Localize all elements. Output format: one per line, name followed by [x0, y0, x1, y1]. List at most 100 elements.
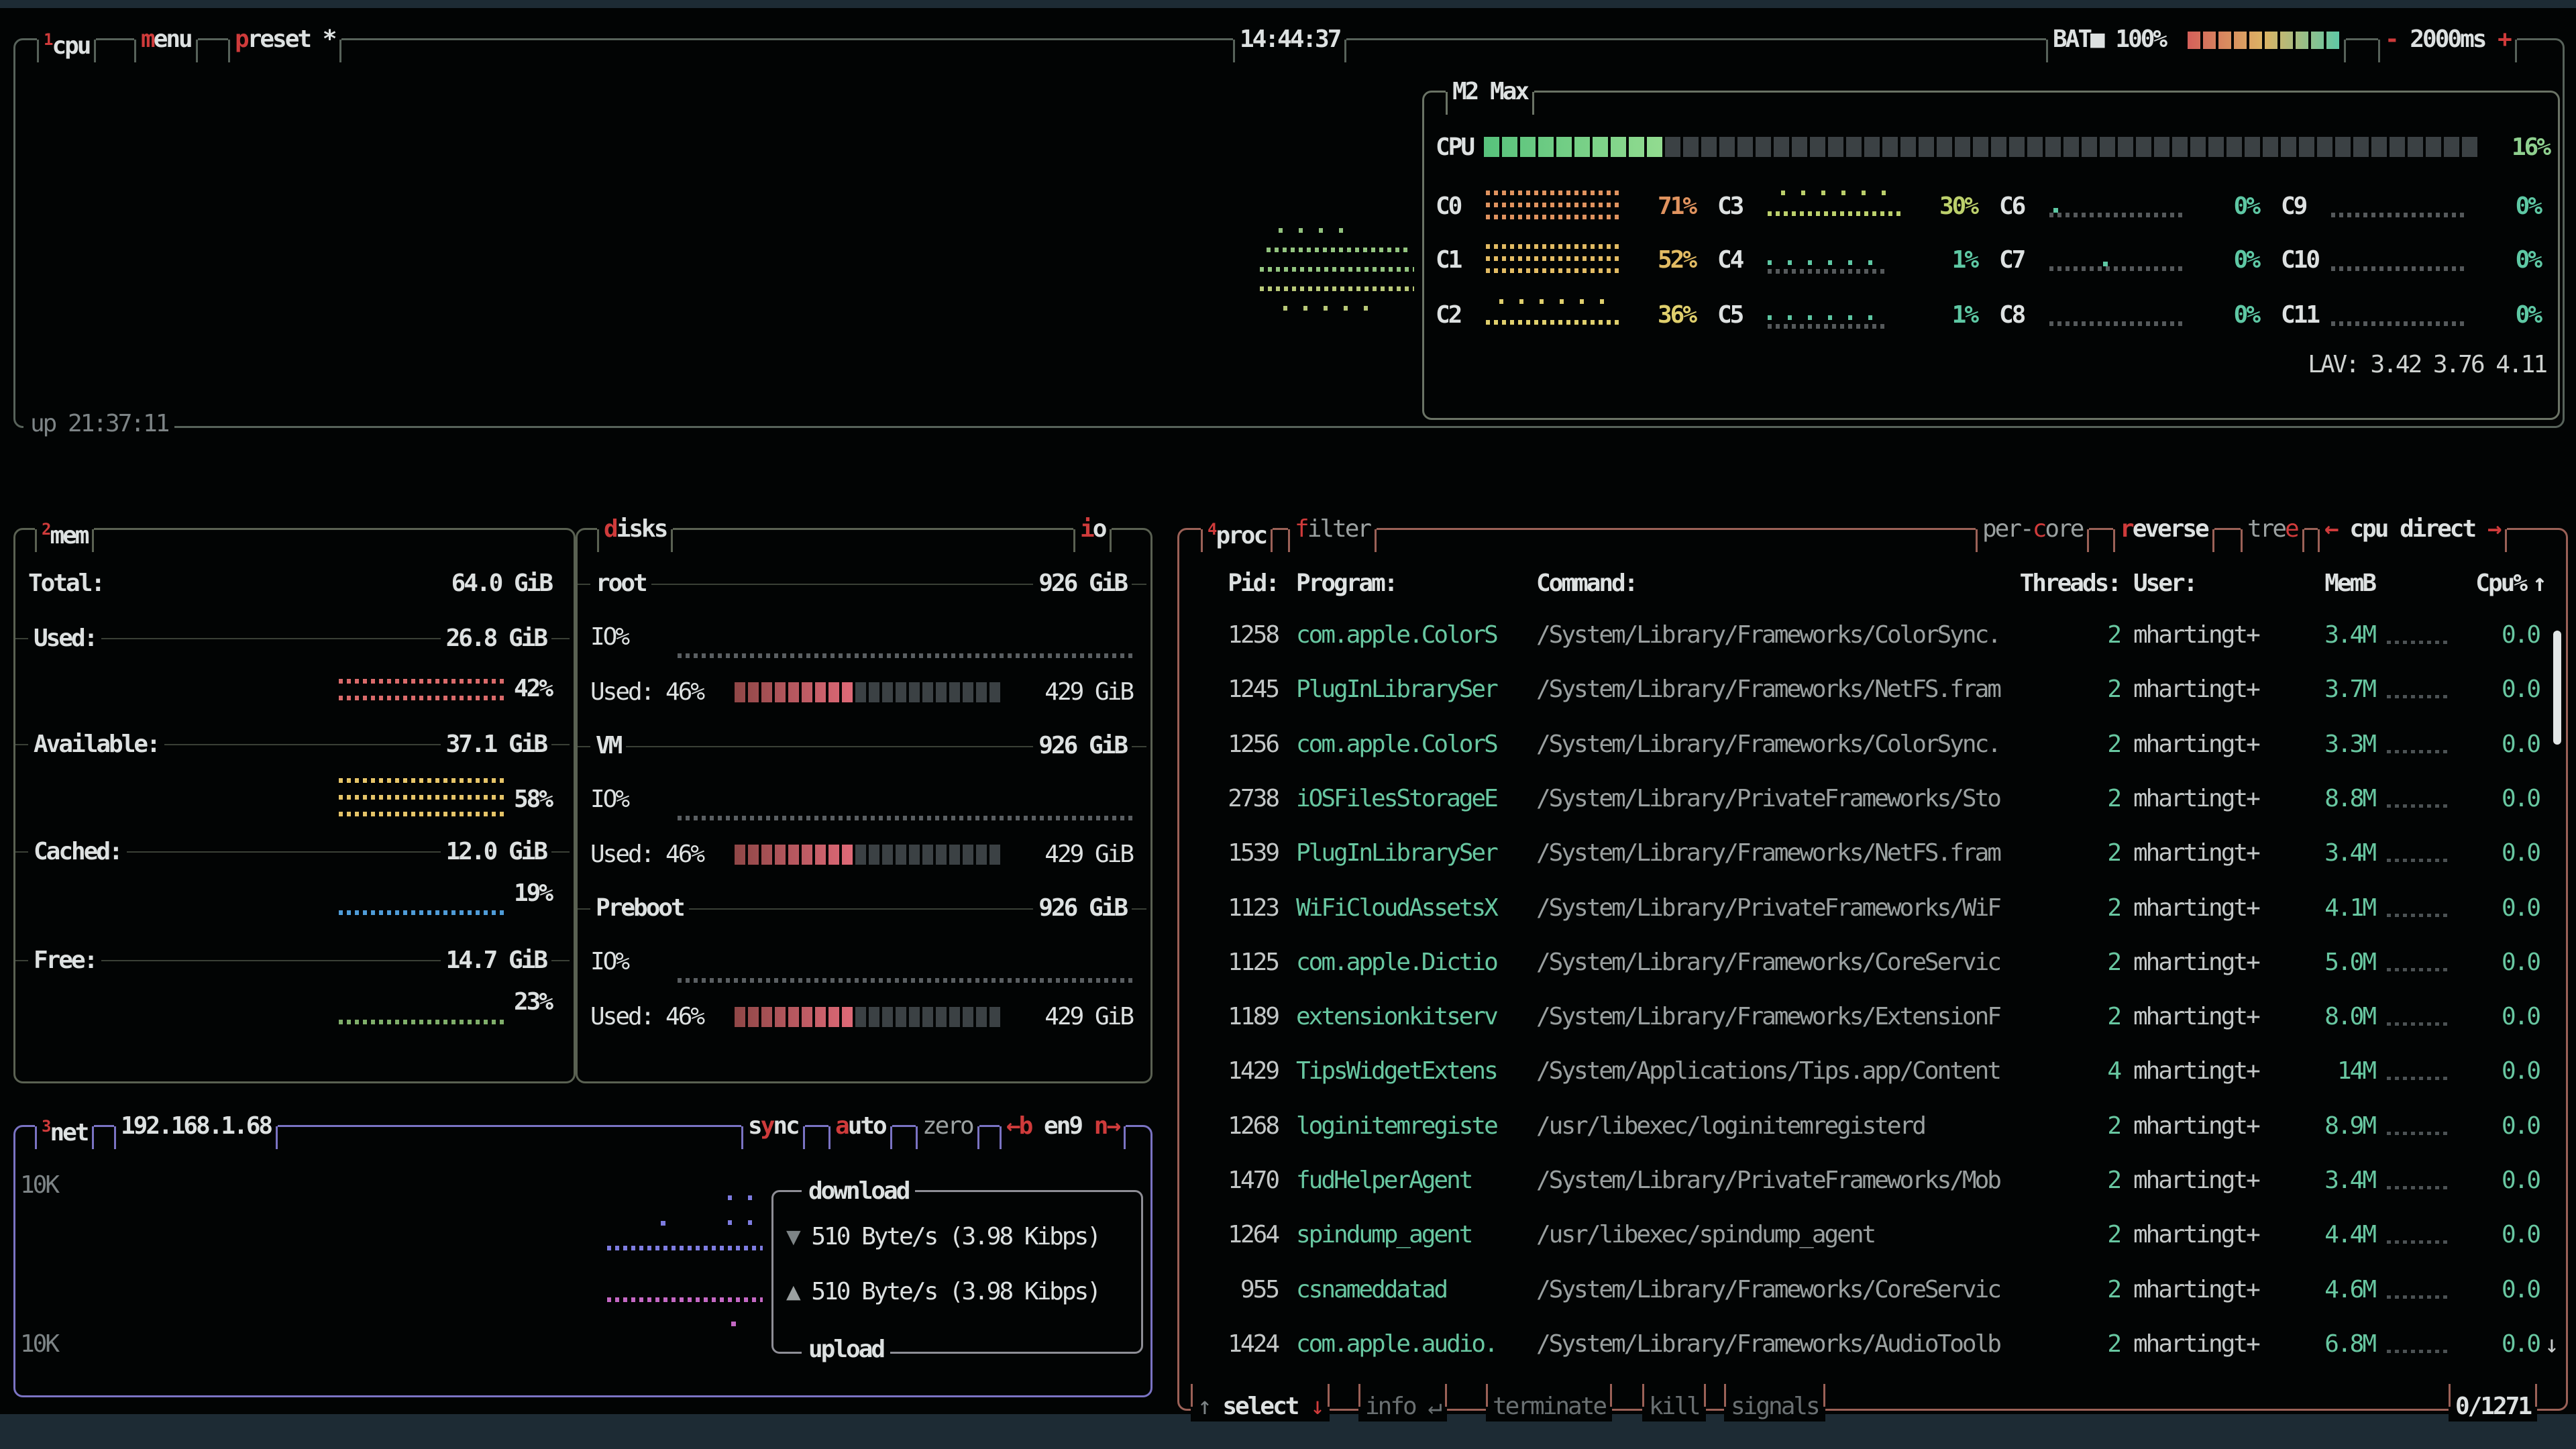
- proc-threads: 2: [2033, 786, 2120, 812]
- process-row[interactable]: 1429TipsWidgetExtens/System/Applications…: [0, 1058, 2576, 1085]
- disks-io-toggle[interactable]: io: [1073, 515, 1112, 544]
- core-label: C11: [2281, 302, 2318, 329]
- memory-box-title[interactable]: 2mem: [35, 515, 94, 544]
- preset-button[interactable]: preset *: [228, 25, 341, 54]
- proc-info-button[interactable]: info ↵: [1358, 1392, 1447, 1421]
- proc-tree-toggle[interactable]: tree: [2241, 515, 2304, 544]
- process-box-title[interactable]: 4proc: [1201, 515, 1273, 544]
- proc-user: mhartingt+: [2133, 949, 2259, 976]
- proc-mem-dots: [2387, 804, 2451, 808]
- disks-box-title[interactable]: disks: [597, 515, 673, 544]
- process-row[interactable]: 1539PlugInLibrarySer/System/Library/Fram…: [0, 840, 2576, 867]
- proc-mem: 8.9M: [2308, 1113, 2375, 1140]
- proc-cpu: 0.0: [2469, 1331, 2539, 1358]
- core-label: C0: [1436, 193, 1460, 220]
- proc-mem: 4.4M: [2308, 1222, 2375, 1248]
- core-percent: 1%: [1912, 302, 1977, 329]
- proc-sort-switcher[interactable]: ← cpu direct →: [2318, 515, 2507, 544]
- proc-command: /System/Library/PrivateFrameworks/Mob: [1536, 1167, 2000, 1194]
- process-row[interactable]: 1268loginitemregiste/usr/libexec/loginit…: [0, 1113, 2576, 1140]
- proc-mem-dots: [2387, 695, 2451, 698]
- proc-user: mhartingt+: [2133, 1167, 2259, 1194]
- process-row[interactable]: 1123WiFiCloudAssetsX/System/Library/Priv…: [0, 895, 2576, 922]
- proc-threads: 2: [2033, 1167, 2120, 1194]
- interval-plus-button[interactable]: +: [2498, 25, 2510, 53]
- col-pid[interactable]: Pid:: [1201, 570, 1278, 597]
- proc-scrollbar[interactable]: [2553, 631, 2561, 745]
- process-row[interactable]: 2738iOSFilesStorageE/System/Library/Priv…: [0, 786, 2576, 812]
- col-command[interactable]: Command:: [1536, 570, 1636, 597]
- col-user[interactable]: User:: [2133, 570, 2196, 597]
- proc-pid: 1429: [1201, 1058, 1278, 1085]
- proc-program: extensionkitserv: [1296, 1004, 1497, 1030]
- proc-pid: 1258: [1201, 622, 1278, 649]
- process-row[interactable]: 955csnameddatad/System/Library/Framework…: [0, 1277, 2576, 1303]
- cpu-box-title[interactable]: 1cpu: [37, 25, 96, 54]
- core-label: C6: [1999, 193, 2024, 220]
- proc-signals-button[interactable]: signals: [1724, 1392, 1825, 1421]
- proc-program: com.apple.ColorS: [1296, 731, 1497, 758]
- proc-mem: 8.0M: [2308, 1004, 2375, 1030]
- filter-hotkey: f: [1295, 515, 1307, 543]
- proc-threads: 2: [2033, 1222, 2120, 1248]
- core-percent: 30%: [1912, 193, 1977, 220]
- proc-mem-dots: [2387, 750, 2451, 753]
- proc-selection-count: 0/1271: [2449, 1392, 2537, 1421]
- process-row[interactable]: 1470fudHelperAgent/System/Library/Privat…: [0, 1167, 2576, 1194]
- proc-kill-button[interactable]: kill: [1642, 1392, 1706, 1421]
- core-c7: C70%: [1992, 241, 2261, 279]
- sort-right-arrow[interactable]: →: [2487, 515, 2500, 543]
- proc-mem: 8.8M: [2308, 786, 2375, 812]
- col-cpu[interactable]: Cpu%: [2452, 570, 2526, 597]
- proc-mem: 14M: [2308, 1058, 2375, 1085]
- menu-label: enu: [154, 25, 191, 53]
- process-row[interactable]: 1245PlugInLibrarySer/System/Library/Fram…: [0, 676, 2576, 703]
- col-memb[interactable]: MemB: [2308, 570, 2375, 597]
- core-graph: [1768, 191, 1902, 223]
- proc-user: mhartingt+: [2133, 1058, 2259, 1085]
- net-upload-dot: [731, 1322, 736, 1326]
- proc-cpu: 0.0: [2469, 1113, 2539, 1140]
- proc-pid: 955: [1201, 1277, 1278, 1303]
- core-percent: 0%: [2194, 193, 2259, 220]
- col-program[interactable]: Program:: [1296, 570, 1396, 597]
- core-c4: C41%: [1711, 241, 1979, 279]
- process-row[interactable]: 1125com.apple.Dictio/System/Library/Fram…: [0, 949, 2576, 976]
- menu-button[interactable]: menu: [134, 25, 198, 54]
- proc-per-core-toggle[interactable]: per-core: [1976, 515, 2089, 544]
- core-c2: C236%: [1429, 297, 1697, 334]
- cpu-total-meter-empty: [1665, 137, 2480, 157]
- process-row[interactable]: 1256com.apple.ColorS/System/Library/Fram…: [0, 731, 2576, 758]
- battery-label: BAT: [2053, 25, 2090, 53]
- proc-command: /usr/libexec/loginitemregisterd: [1536, 1113, 1925, 1140]
- core-percent: 36%: [1630, 302, 1695, 329]
- proc-filter-button[interactable]: filter: [1288, 515, 1377, 544]
- proc-terminate-button[interactable]: terminate: [1486, 1392, 1612, 1421]
- proc-pid: 1424: [1201, 1331, 1278, 1358]
- proc-program: iOSFilesStorageE: [1296, 786, 1497, 812]
- btop-system-monitor: 1cpu menu preset * 14:44:37 BAT■ 100% - …: [0, 0, 2576, 1449]
- proc-cpu: 0.0: [2469, 1058, 2539, 1085]
- process-row[interactable]: 1258com.apple.ColorS/System/Library/Fram…: [0, 622, 2576, 649]
- proc-user: mhartingt+: [2133, 676, 2259, 703]
- proc-cpu: 0.0: [2469, 1277, 2539, 1303]
- core-percent: 0%: [2194, 302, 2259, 329]
- disk-name: root: [590, 570, 651, 597]
- interval-minus-button[interactable]: -: [2385, 25, 2398, 53]
- core-label: C9: [2281, 193, 2306, 220]
- process-row[interactable]: 1264spindump_agent/usr/libexec/spindump_…: [0, 1222, 2576, 1248]
- proc-select-control[interactable]: ↑ select ↓: [1191, 1392, 1330, 1421]
- proc-threads: 2: [2033, 949, 2120, 976]
- process-row[interactable]: 1424com.apple.audio./System/Library/Fram…: [0, 1331, 2576, 1358]
- sort-left-arrow[interactable]: ←: [2324, 515, 2337, 543]
- mem-hotkey-number: 2: [42, 520, 50, 539]
- proc-pid: 1264: [1201, 1222, 1278, 1248]
- core-percent: 1%: [1912, 247, 1977, 274]
- proc-reverse-toggle[interactable]: reverse: [2113, 515, 2214, 544]
- proc-pid: 2738: [1201, 786, 1278, 812]
- proc-command: /System/Library/Frameworks/NetFS.fram: [1536, 676, 2000, 703]
- process-row[interactable]: 1189extensionkitserv/System/Library/Fram…: [0, 1004, 2576, 1030]
- update-interval-control: - 2000ms +: [2378, 25, 2517, 54]
- col-threads[interactable]: Threads:: [2012, 570, 2120, 597]
- proc-mem: 4.6M: [2308, 1277, 2375, 1303]
